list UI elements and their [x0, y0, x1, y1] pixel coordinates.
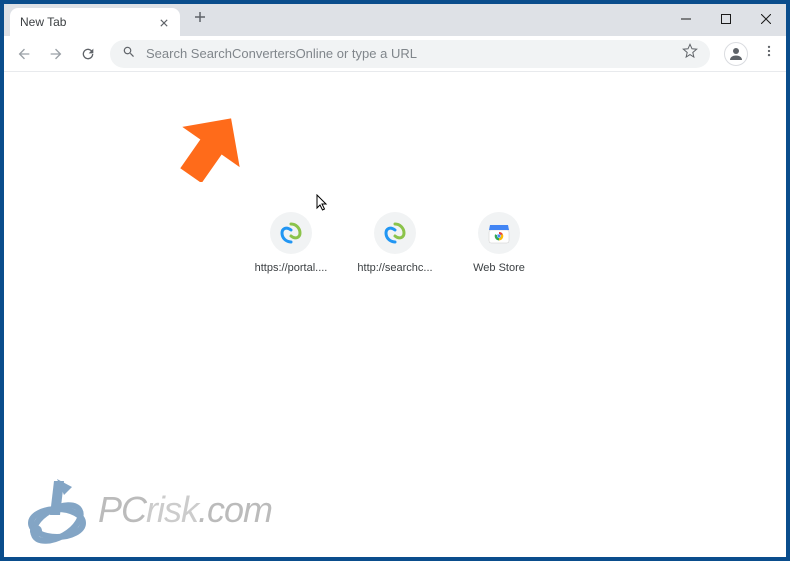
- cursor-icon: [316, 194, 330, 212]
- watermark-logo-icon: [20, 473, 94, 547]
- close-window-button[interactable]: [746, 4, 786, 34]
- watermark-text: PCrisk.com: [98, 489, 272, 531]
- toolbar: Search SearchConvertersOnline or type a …: [4, 36, 786, 72]
- swirl-icon: [279, 221, 303, 245]
- shortcut-favicon: [374, 212, 416, 254]
- shortcut-label: http://searchc...: [357, 262, 432, 274]
- bookmark-star-icon[interactable]: [682, 43, 698, 64]
- reload-button[interactable]: [74, 40, 102, 68]
- profile-button[interactable]: [724, 42, 748, 66]
- new-tab-button[interactable]: [190, 8, 210, 30]
- shortcuts-row: https://portal.... http://searchc...: [4, 212, 786, 274]
- address-bar[interactable]: Search SearchConvertersOnline or type a …: [110, 40, 710, 68]
- tab-title: New Tab: [20, 15, 158, 29]
- menu-button[interactable]: [758, 40, 780, 67]
- maximize-button[interactable]: [706, 4, 746, 34]
- shortcut-favicon: [478, 212, 520, 254]
- search-icon: [122, 45, 136, 62]
- shortcut-item[interactable]: http://searchc...: [351, 212, 439, 274]
- address-bar-placeholder: Search SearchConvertersOnline or type a …: [146, 46, 672, 61]
- webstore-icon: [487, 221, 511, 245]
- watermark: PCrisk.com: [20, 473, 272, 547]
- shortcut-label: Web Store: [473, 262, 525, 274]
- tab-active[interactable]: New Tab: [10, 8, 180, 36]
- browser-window: New Tab: [4, 4, 786, 557]
- window-controls: [666, 4, 786, 34]
- shortcut-item[interactable]: Web Store: [455, 212, 543, 274]
- swirl-icon: [383, 221, 407, 245]
- shortcut-favicon: [270, 212, 312, 254]
- arrow-annotation: [176, 112, 246, 182]
- page-content: https://portal.... http://searchc...: [4, 72, 786, 557]
- forward-button[interactable]: [42, 40, 70, 68]
- shortcut-item[interactable]: https://portal....: [247, 212, 335, 274]
- back-button[interactable]: [10, 40, 38, 68]
- shortcut-label: https://portal....: [255, 262, 328, 274]
- close-icon[interactable]: [158, 13, 170, 32]
- minimize-button[interactable]: [666, 4, 706, 34]
- titlebar: New Tab: [4, 4, 786, 36]
